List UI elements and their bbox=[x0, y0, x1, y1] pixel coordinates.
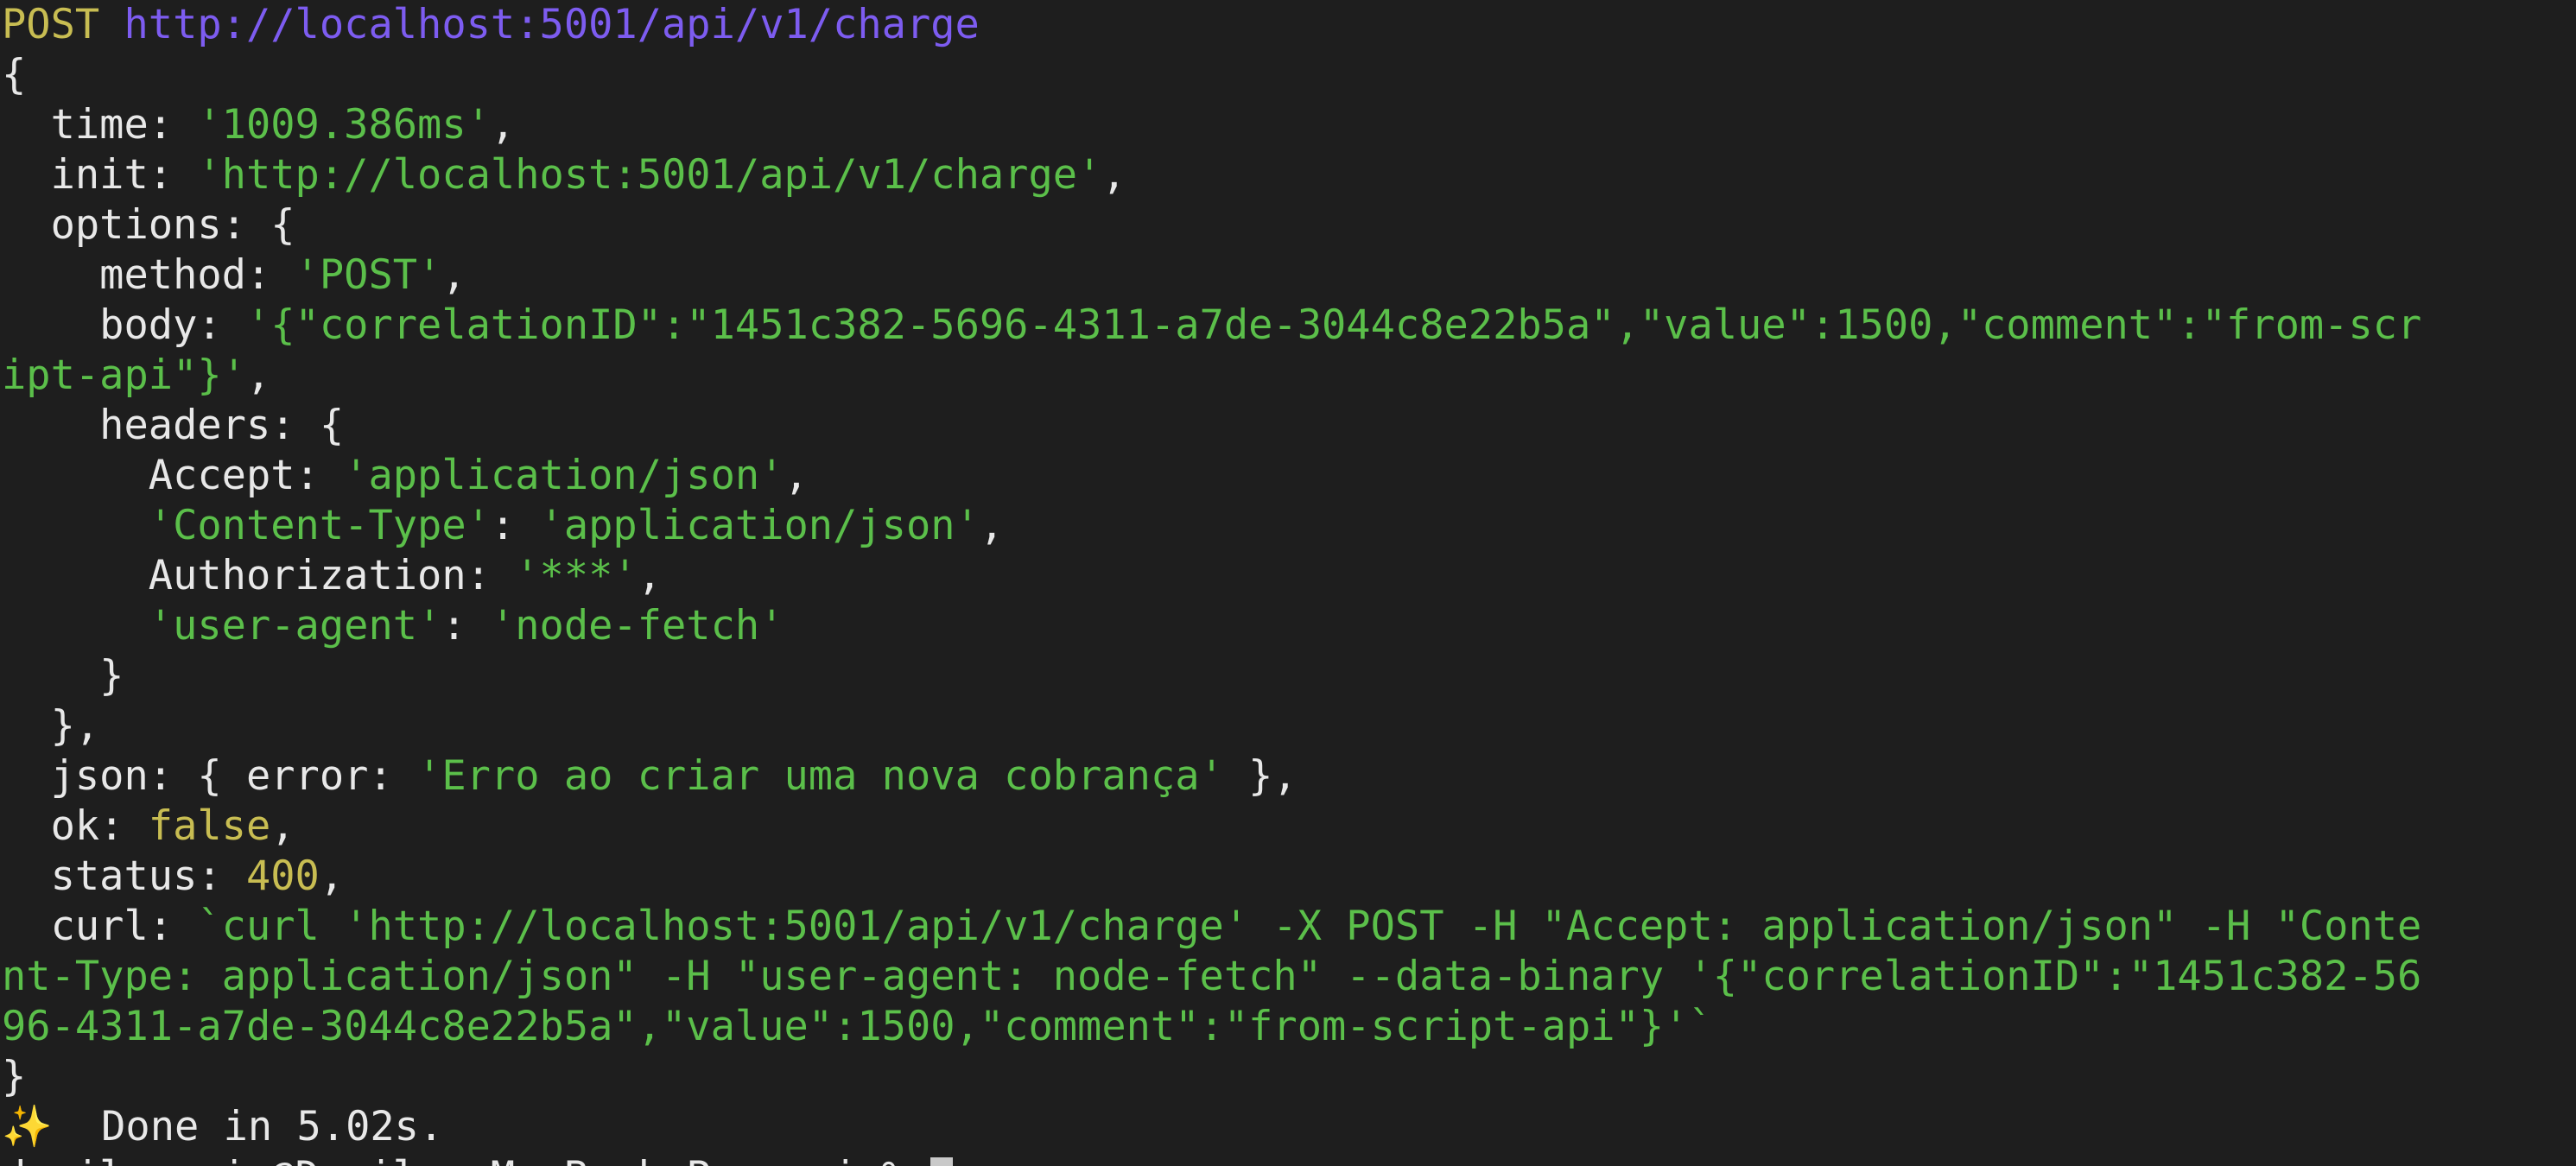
curl-key: curl: bbox=[2, 903, 198, 950]
http-method: POST bbox=[2, 1, 100, 48]
content-type-line: 'Content-Type': 'application/json', bbox=[148, 502, 1005, 549]
terminal-window[interactable]: POST http://localhost:5001/api/v1/charge… bbox=[0, 0, 2576, 1166]
done-text: Done in 5.02s. bbox=[52, 1103, 444, 1150]
json-key: json: { error: bbox=[2, 752, 418, 800]
user-agent-value: 'node-fetch' bbox=[490, 602, 784, 650]
json-line: json: { error: 'Erro ao criar uma nova c… bbox=[2, 751, 1298, 802]
done-line: ✨ Done in 5.02s. bbox=[2, 1102, 443, 1152]
status-value: 400 bbox=[245, 852, 320, 900]
body-line-wrap: ipt-api"}', bbox=[2, 352, 271, 399]
authorization-value: '***' bbox=[515, 552, 638, 599]
body-value-part1: '{"correlationID":"1451c382-5696-4311-a7… bbox=[245, 301, 2422, 349]
accept-value: 'application/json' bbox=[344, 452, 784, 499]
prompt-line[interactable]: daniloassis@Danilos-MacBook-Pro api % bbox=[2, 1152, 954, 1166]
method-key: method: bbox=[2, 251, 295, 299]
body-value-part2: ipt-api"}' bbox=[2, 352, 246, 399]
ok-line: ok: false, bbox=[2, 802, 295, 850]
content-type-value: 'application/json' bbox=[539, 502, 980, 549]
request-line: POST http://localhost:5001/api/v1/charge bbox=[2, 0, 980, 50]
method-line: method: 'POST', bbox=[2, 251, 466, 299]
options-line: options: { bbox=[2, 200, 295, 250]
text-cursor[interactable] bbox=[930, 1156, 954, 1166]
json-close: }, bbox=[1223, 752, 1298, 800]
open-brace: { bbox=[2, 50, 26, 100]
close-brace: } bbox=[2, 1052, 26, 1102]
status-key: status: bbox=[2, 852, 246, 900]
options-close-text: }, bbox=[2, 702, 100, 750]
curl-line: curl: `curl 'http://localhost:5001/api/v… bbox=[2, 902, 2422, 952]
content-type-key: 'Content-Type' bbox=[148, 502, 491, 549]
options-key: options: { bbox=[2, 201, 295, 249]
json-error-value: 'Erro ao criar uma nova cobrança' bbox=[417, 752, 1224, 800]
request-url: http://localhost:5001/api/v1/charge bbox=[124, 1, 980, 48]
curl-value-part2: nt-Type: application/json" -H "user-agen… bbox=[2, 953, 2422, 1000]
headers-line: headers: { bbox=[2, 401, 344, 451]
status-line: status: 400, bbox=[2, 852, 345, 900]
headers-close: } bbox=[2, 651, 124, 701]
accept-line: Accept: 'application/json', bbox=[2, 452, 809, 499]
time-key: time: bbox=[2, 101, 198, 149]
ok-value: false bbox=[148, 802, 271, 850]
shell-prompt: daniloassis@Danilos-MacBook-Pro api % bbox=[2, 1153, 930, 1166]
headers-close-text: } bbox=[2, 652, 124, 700]
curl-value-part3: 96-4311-a7de-3044c8e22b5a","value":1500,… bbox=[2, 1003, 1713, 1050]
body-line: body: '{"correlationID":"1451c382-5696-4… bbox=[2, 301, 2421, 351]
time-value: '1009.386ms' bbox=[197, 101, 491, 149]
curl-value-part1: `curl 'http://localhost:5001/api/v1/char… bbox=[197, 903, 2422, 950]
method-value: 'POST' bbox=[295, 251, 442, 299]
curl-line-wrap-1: nt-Type: application/json" -H "user-agen… bbox=[2, 952, 2421, 1002]
user-agent-line: 'user-agent': 'node-fetch' bbox=[148, 602, 784, 650]
authorization-key: Authorization: bbox=[2, 552, 516, 599]
authorization-line: Authorization: '***', bbox=[2, 552, 663, 599]
accept-key: Accept: bbox=[2, 452, 345, 499]
curl-line-wrap-2: 96-4311-a7de-3044c8e22b5a","value":1500,… bbox=[2, 1002, 1713, 1052]
close-brace-text: } bbox=[2, 1053, 27, 1100]
user-agent-key: 'user-agent' bbox=[148, 602, 442, 650]
init-key: init: bbox=[2, 151, 198, 199]
body-key: body: bbox=[2, 301, 246, 349]
options-close: }, bbox=[2, 701, 100, 751]
time-line: time: '1009.386ms', bbox=[2, 101, 516, 149]
init-value: 'http://localhost:5001/api/v1/charge' bbox=[197, 151, 1102, 199]
init-line: init: 'http://localhost:5001/api/v1/char… bbox=[2, 151, 1126, 199]
open-brace-text: { bbox=[2, 51, 27, 98]
ok-key: ok: bbox=[2, 802, 149, 850]
headers-key: headers: { bbox=[2, 402, 345, 449]
sparkles-icon: ✨ bbox=[2, 1103, 53, 1150]
